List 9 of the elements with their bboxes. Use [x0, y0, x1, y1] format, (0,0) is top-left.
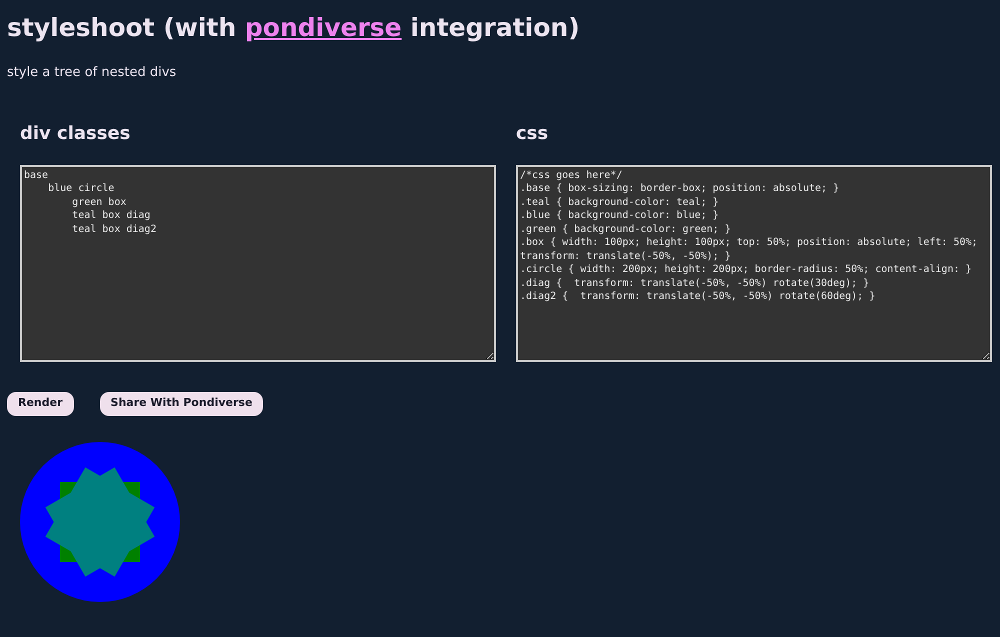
subtitle: style a tree of nested divs — [7, 64, 176, 82]
code-input-field[interactable]: /*css goes here*/ .base { box-sizing: border-box; position: absolute; } .teal { background-color: teal; } .blue { background-color: blue; } .green { background-color: green; } .box { width: 100px; height: 100px; top: 50%; position: absolute; left: 50%; transform: translate(-50%, -50%); } .circle { width: 200px; height: 200px; border-radius: 50%; content-align: } .diag { transform: translate(-50%, -50%) rotate(30deg); } .diag2 { transform: translate(-50%, -50%) rotate(60deg); } — [516, 164, 992, 362]
action-button[interactable]: Render — [7, 392, 74, 416]
action-button[interactable]: Share With Pondiverse — [100, 392, 264, 416]
pondiverse-link[interactable]: pondiverse — [244, 13, 402, 42]
panel-heading: div classes — [20, 122, 130, 146]
panel-heading: css — [516, 122, 548, 146]
page-title: styleshoot (with pondiverse integration) — [7, 12, 580, 44]
code-input-field[interactable]: base blue circle green box teal box diag teal box diag2 — [20, 164, 496, 362]
